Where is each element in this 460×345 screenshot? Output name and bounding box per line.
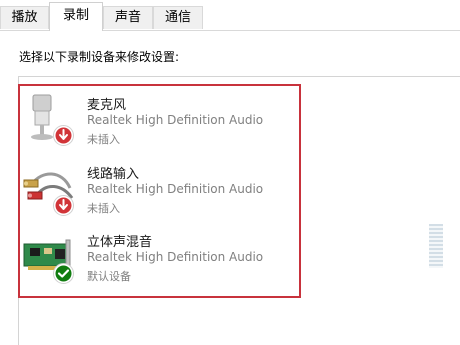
tab-recording[interactable]: 录制 [49,2,103,31]
level-meter [429,224,443,268]
tab-communications[interactable]: 通信 [153,6,203,29]
instruction-text: 选择以下录制设备来修改设置: [19,50,180,64]
highlight-box [18,84,301,298]
tab-bar: 播放 录制 声音 通信 [0,0,460,31]
tab-sounds[interactable]: 声音 [103,6,153,29]
tab-playback[interactable]: 播放 [0,6,49,29]
